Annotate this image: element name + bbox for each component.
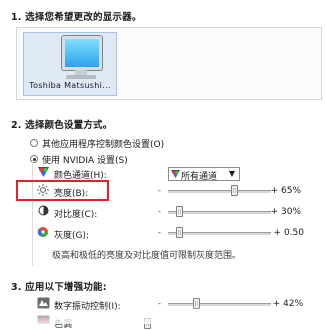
step3-heading: 3. 应用以下增强功能:	[11, 282, 107, 293]
chevron-down-icon: ▼	[228, 169, 235, 178]
monitor-base	[66, 75, 96, 79]
contrast-label: 对比度(C):	[54, 210, 98, 220]
sun-icon	[37, 184, 49, 196]
contrast-value: + 30%	[270, 207, 301, 217]
color-channel-dropdown[interactable]: 所有通道 ▼	[168, 167, 240, 182]
contrast-decrease[interactable]: -	[158, 207, 161, 216]
step2-heading: 2. 选择颜色设置方式。	[11, 120, 113, 131]
contrast-icon	[38, 205, 49, 216]
gamma-slider-track[interactable]	[168, 232, 271, 235]
channel-icon	[171, 170, 180, 178]
color-channel-value: 所有通道	[181, 172, 218, 182]
color-channel-icon	[38, 167, 49, 177]
monitor-icon[interactable]	[62, 36, 102, 70]
bottom-fade	[0, 306, 326, 324]
gamma-value: + 0.50	[273, 228, 304, 238]
brightness-label: 亮度(B):	[54, 189, 89, 199]
gamma-label: 灰度(G):	[54, 231, 90, 241]
range-note: 极高和极低的亮度及对比度值可限制灰度范围。	[52, 251, 242, 261]
contrast-slider-track[interactable]	[168, 211, 271, 214]
brightness-slider-track[interactable]	[168, 190, 271, 193]
gamma-slider-thumb[interactable]	[176, 227, 183, 238]
radio-other-apps-label: 其他应用程序控制颜色设置(O)	[42, 140, 165, 150]
radio-other-apps[interactable]	[30, 139, 38, 147]
gamma-icon	[37, 227, 48, 237]
contrast-slider-thumb[interactable]	[176, 206, 183, 217]
step1-heading: 1. 选择您希望更改的显示器。	[11, 12, 142, 23]
gamma-decrease[interactable]: -	[158, 228, 161, 237]
display-name: Toshiba Matsushi...	[29, 81, 111, 90]
brightness-decrease[interactable]: -	[158, 186, 161, 195]
brightness-slider-thumb[interactable]	[231, 185, 238, 196]
brightness-value: + 65%	[270, 186, 301, 196]
